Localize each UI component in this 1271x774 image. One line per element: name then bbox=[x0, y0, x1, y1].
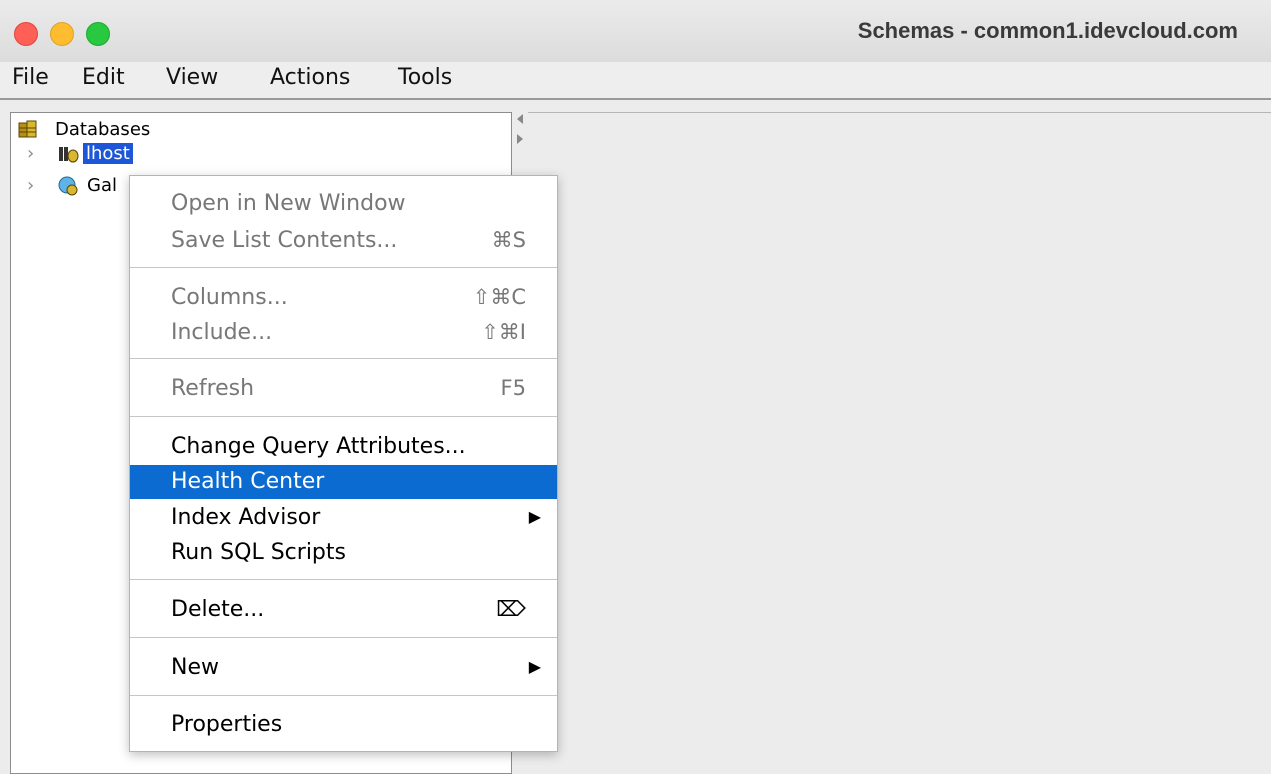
menu-actions[interactable]: Actions bbox=[270, 65, 350, 90]
menu-separator bbox=[130, 267, 557, 268]
chevron-right-icon[interactable]: › bbox=[27, 143, 34, 164]
menubar: File Edit View Actions Tools bbox=[0, 62, 1271, 100]
context-menu: Open in New Window Save List Contents...… bbox=[129, 175, 558, 752]
menu-item-delete[interactable]: Delete... ⌦ bbox=[130, 594, 557, 624]
globe-database-icon bbox=[58, 176, 78, 196]
menu-separator bbox=[130, 637, 557, 638]
chevron-right-icon[interactable]: › bbox=[27, 175, 34, 196]
menu-tools[interactable]: Tools bbox=[398, 65, 452, 90]
splitter-collapse-controls[interactable] bbox=[514, 112, 526, 152]
menu-item-index-advisor[interactable]: Index Advisor ▶ bbox=[130, 502, 557, 532]
tree-item-label: lhost bbox=[83, 143, 133, 164]
submenu-arrow-icon: ▶ bbox=[528, 657, 541, 676]
close-window-button[interactable] bbox=[14, 22, 38, 46]
shortcut-label: ⇧⌘I bbox=[481, 320, 526, 344]
menu-item-include[interactable]: Include... ⇧⌘I bbox=[130, 317, 557, 347]
tree-root-label: Databases bbox=[55, 119, 151, 140]
window-titlebar: Schemas - common1.idevcloud.com bbox=[0, 0, 1271, 63]
menu-view[interactable]: View bbox=[166, 65, 218, 90]
shortcut-label: F5 bbox=[500, 376, 526, 400]
menu-item-run-sql-scripts[interactable]: Run SQL Scripts bbox=[130, 537, 557, 567]
menu-separator bbox=[130, 416, 557, 417]
menu-item-change-query-attributes[interactable]: Change Query Attributes... bbox=[130, 431, 557, 461]
tree-item-label: Gal bbox=[87, 175, 117, 196]
minimize-window-button[interactable] bbox=[50, 22, 74, 46]
menu-item-columns[interactable]: Columns... ⇧⌘C bbox=[130, 282, 557, 312]
menu-item-new[interactable]: New ▶ bbox=[130, 652, 557, 682]
menu-item-save-list[interactable]: Save List Contents... ⌘S bbox=[130, 225, 557, 255]
submenu-arrow-icon: ▶ bbox=[528, 507, 541, 526]
databases-icon bbox=[18, 120, 37, 138]
shortcut-label: ⌘S bbox=[491, 228, 526, 252]
menu-separator bbox=[130, 579, 557, 580]
content-area bbox=[528, 112, 1271, 773]
window-title: Schemas - common1.idevcloud.com bbox=[857, 18, 1238, 43]
menu-item-open-new-window[interactable]: Open in New Window bbox=[130, 188, 557, 218]
delete-key-icon: ⌦ bbox=[496, 597, 526, 621]
menu-item-health-center[interactable]: Health Center bbox=[130, 465, 557, 499]
menu-separator bbox=[130, 358, 557, 359]
splitter-arrows-icon[interactable] bbox=[514, 112, 526, 152]
zoom-window-button[interactable] bbox=[86, 22, 110, 46]
menu-item-properties[interactable]: Properties bbox=[130, 709, 557, 739]
shortcut-label: ⇧⌘C bbox=[472, 285, 526, 309]
menu-item-refresh[interactable]: Refresh F5 bbox=[130, 373, 557, 403]
system-icon bbox=[59, 147, 79, 163]
menu-file[interactable]: File bbox=[12, 65, 49, 90]
menu-edit[interactable]: Edit bbox=[82, 65, 125, 90]
menu-separator bbox=[130, 695, 557, 696]
